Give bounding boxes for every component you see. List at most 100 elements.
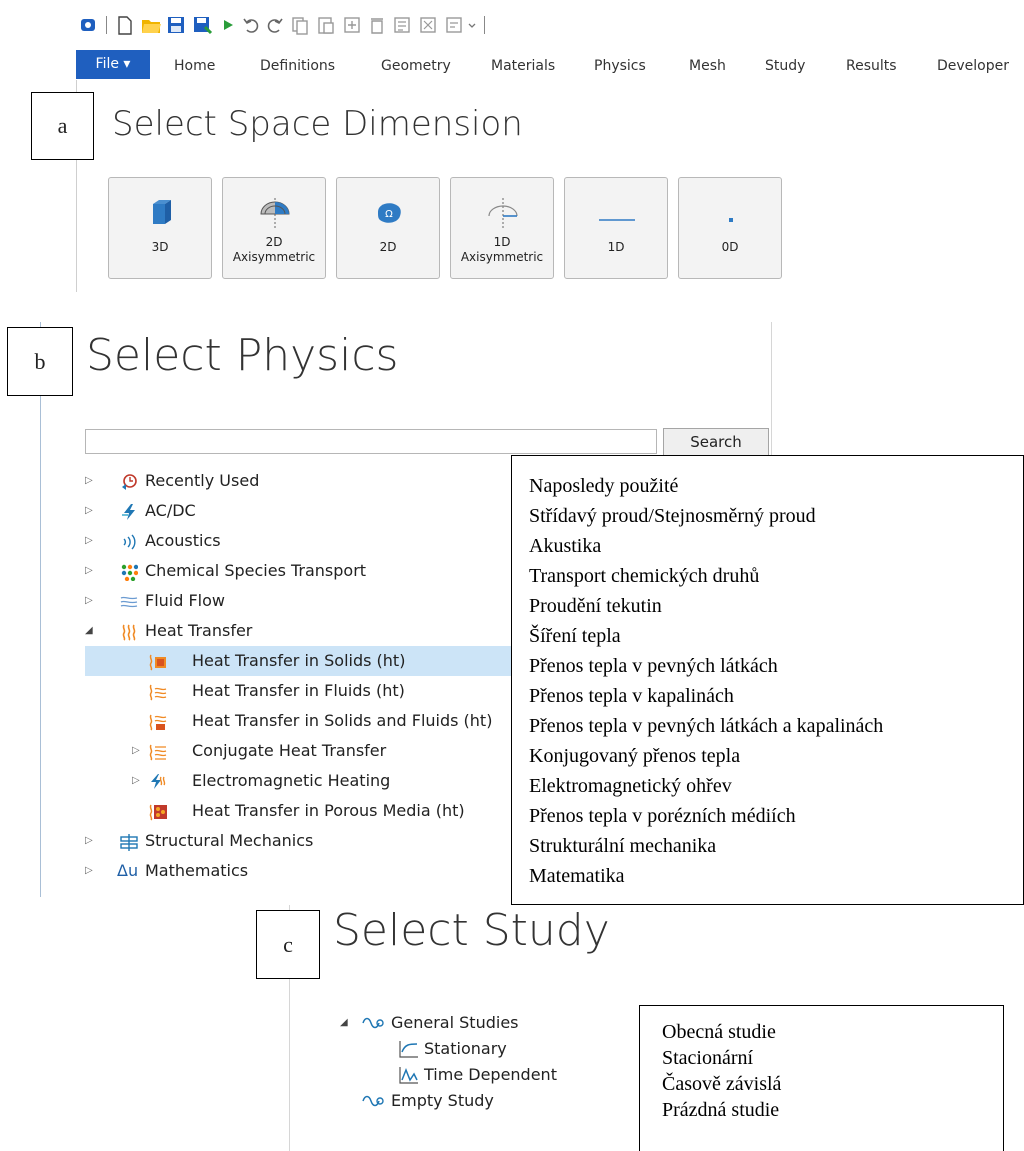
tab-definitions[interactable]: Definitions (260, 50, 335, 79)
tree-item-fluid-flow[interactable]: ▷ Fluid Flow (85, 586, 505, 616)
tree-item-structural-mechanics[interactable]: ▷ Structural Mechanics (85, 826, 505, 856)
label-b: b (7, 327, 73, 396)
dimension-2d-axisymmetric-button[interactable]: 2D Axisymmetric (222, 177, 326, 279)
tree-item-acdc[interactable]: ▷ AC/DC (85, 496, 505, 526)
dimension-label: 2D (379, 240, 397, 254)
stationary-icon (399, 1041, 418, 1058)
expand-arrow-icon[interactable]: ▷ (85, 586, 97, 616)
tree-item-chemical-species-transport[interactable]: ▷ Chemical Species Transport (85, 556, 505, 586)
delete-icon[interactable] (368, 14, 386, 36)
expand-arrow-icon[interactable]: ▷ (85, 856, 97, 886)
app-logo-icon (81, 19, 95, 31)
build-icon[interactable] (392, 14, 412, 36)
file-tab[interactable]: File ▾ (76, 50, 150, 79)
physics-search-input[interactable] (85, 429, 657, 454)
translation-line: Obecná studie (662, 1021, 776, 1043)
tree-item-label: Structural Mechanics (145, 831, 314, 850)
tab-results[interactable]: Results (846, 50, 897, 79)
dimension-0d-button[interactable]: 0D (678, 177, 782, 279)
tree-item-heat-transfer-in-solids[interactable]: Heat Transfer in Solids (ht) (85, 646, 505, 676)
expand-arrow-icon[interactable]: ▷ (85, 526, 97, 556)
study-item-general-studies[interactable]: ◢ General Studies (340, 1010, 620, 1036)
tab-geometry[interactable]: Geometry (381, 50, 451, 79)
tree-item-electromagnetic-heating[interactable]: ▷ Electromagnetic Heating (85, 766, 505, 796)
heat-fluid-icon (149, 684, 167, 701)
svg-text:Ω: Ω (385, 209, 393, 220)
tree-item-label: Mathematics (145, 861, 249, 880)
save-as-icon[interactable] (192, 14, 214, 36)
tree-item-acoustics[interactable]: ▷ Acoustics (85, 526, 505, 556)
chevron-down-icon[interactable] (466, 14, 478, 36)
space-dimension-heading: Select Space Dimension (112, 104, 523, 144)
dimension-label: 1D Axisymmetric (460, 235, 544, 264)
tree-item-mathematics[interactable]: ▷ Δu Mathematics (85, 856, 505, 886)
cube-icon (153, 200, 171, 224)
tree-item-label: Heat Transfer (145, 621, 253, 640)
tree-item-label: Heat Transfer in Fluids (ht) (192, 681, 405, 700)
paste-icon[interactable] (316, 14, 336, 36)
time-dependent-icon (399, 1067, 418, 1084)
clock-icon (122, 474, 137, 490)
study-item-time-dependent[interactable]: Time Dependent (340, 1062, 620, 1088)
tree-item-heat-transfer-in-solids-and-fluids[interactable]: Heat Transfer in Solids and Fluids (ht) (85, 706, 505, 736)
tab-mesh[interactable]: Mesh (689, 50, 726, 79)
expand-arrow-icon[interactable]: ▷ (85, 826, 97, 856)
tab-developer[interactable]: Developer (937, 50, 1009, 79)
duplicate-icon[interactable] (342, 14, 362, 36)
study-item-stationary[interactable]: Stationary (340, 1036, 620, 1062)
copy-icon[interactable] (290, 14, 310, 36)
run-icon[interactable] (220, 14, 236, 36)
tab-study[interactable]: Study (765, 50, 805, 79)
dimension-2d-button[interactable]: Ω 2D (336, 177, 440, 279)
heat-solid-icon (149, 654, 166, 671)
redo-icon[interactable] (266, 14, 284, 36)
tab-physics[interactable]: Physics (594, 50, 646, 79)
axisymmetric-2d-icon (260, 198, 290, 228)
tree-item-heat-transfer-in-fluids[interactable]: Heat Transfer in Fluids (ht) (85, 676, 505, 706)
select-icon[interactable] (418, 14, 438, 36)
physics-translation-box: Naposledy použité Střídavý proud/Stejnos… (511, 455, 1024, 905)
translation-line: Elektromagnetický ohřev (529, 775, 732, 797)
tree-item-heat-transfer-in-porous-media[interactable]: Heat Transfer in Porous Media (ht) (85, 796, 505, 826)
tree-item-heat-transfer[interactable]: ◢ Heat Transfer (85, 616, 505, 646)
translation-line: Přenos tepla v pevných látkách (529, 655, 778, 677)
sound-waves-icon (123, 534, 136, 550)
translation-line: Prázdná studie (662, 1099, 780, 1121)
save-icon[interactable] (166, 14, 186, 36)
study-translation-box: Obecná studie Stacionární Časově závislá… (639, 1005, 1004, 1151)
tree-item-conjugate-heat-transfer[interactable]: ▷ Conjugate Heat Transfer (85, 736, 505, 766)
new-file-icon[interactable] (116, 14, 134, 36)
collapse-arrow-icon[interactable]: ◢ (340, 1010, 348, 1036)
expand-arrow-icon[interactable]: ▷ (85, 466, 97, 496)
open-folder-icon[interactable] (140, 14, 162, 36)
translation-line: Přenos tepla v pevných látkách a kapalin… (529, 715, 884, 737)
translation-line: Naposledy použité (529, 475, 679, 497)
dimension-3d-button[interactable]: 3D (108, 177, 212, 279)
expand-arrow-icon[interactable]: ▷ (132, 736, 144, 766)
dots-icon (121, 564, 138, 581)
study-item-label: General Studies (391, 1013, 519, 1032)
expand-arrow-icon[interactable]: ▷ (85, 496, 97, 526)
tab-home[interactable]: Home (174, 50, 215, 79)
separator (106, 16, 107, 34)
tree-item-label: Electromagnetic Heating (192, 771, 391, 790)
tab-materials[interactable]: Materials (491, 50, 555, 79)
collapse-arrow-icon[interactable]: ◢ (85, 616, 97, 646)
label-c: c (256, 910, 320, 979)
translation-line: Akustika (529, 535, 602, 557)
search-button[interactable]: Search (663, 428, 769, 456)
em-heating-icon (151, 774, 166, 789)
tree-item-recently-used[interactable]: ▷ Recently Used (85, 466, 505, 496)
study-item-empty-study[interactable]: Empty Study (340, 1088, 620, 1114)
tree-item-label: Conjugate Heat Transfer (192, 741, 387, 760)
view-icon[interactable] (444, 14, 464, 36)
heat-solid-fluid-icon (149, 714, 167, 731)
study-icon (362, 1017, 384, 1029)
undo-icon[interactable] (242, 14, 260, 36)
dimension-1d-button[interactable]: 1D (564, 177, 668, 279)
expand-arrow-icon[interactable]: ▷ (132, 766, 144, 796)
dimension-1d-axisymmetric-button[interactable]: 1D Axisymmetric (450, 177, 554, 279)
dimension-label: 2D Axisymmetric (232, 235, 316, 264)
tree-item-label: Heat Transfer in Solids and Fluids (ht) (192, 711, 493, 730)
expand-arrow-icon[interactable]: ▷ (85, 556, 97, 586)
